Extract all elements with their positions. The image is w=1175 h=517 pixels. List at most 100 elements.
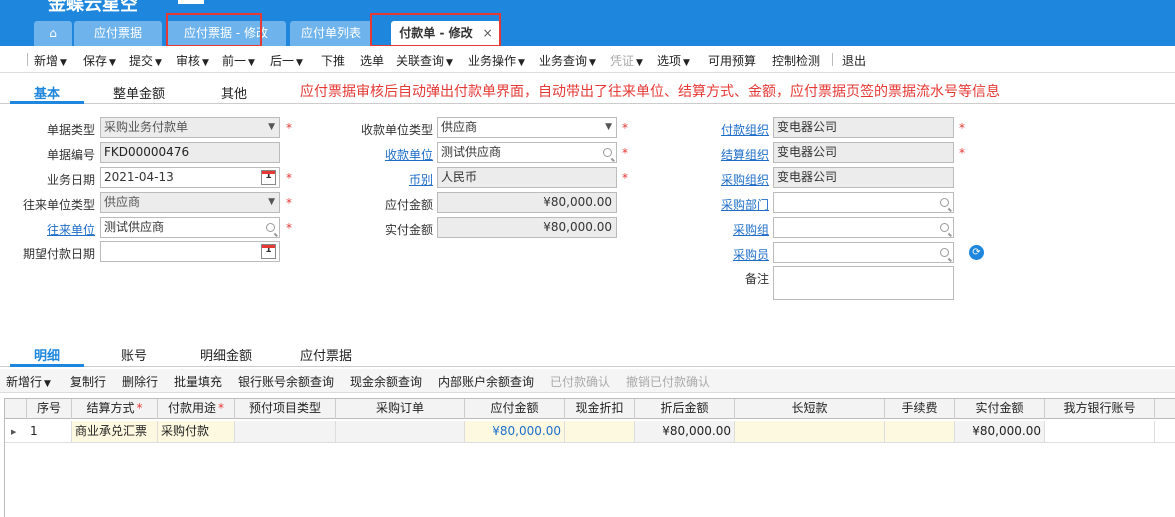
- contact-type-select[interactable]: 供应商 ▼: [100, 192, 280, 213]
- search-icon[interactable]: [603, 148, 612, 157]
- save-button[interactable]: 保存 ▼: [83, 52, 116, 69]
- select-bill-button[interactable]: 选单: [360, 52, 384, 69]
- search-icon[interactable]: [940, 223, 949, 232]
- col-our-bank-account[interactable]: 我方银行账号: [1045, 399, 1155, 419]
- contact-unit-link[interactable]: 往来单位: [0, 221, 95, 238]
- purchase-org-field[interactable]: 变电器公司: [773, 167, 954, 188]
- submit-button[interactable]: 提交 ▼: [129, 52, 162, 69]
- new-row-button[interactable]: 新增行 ▼: [6, 373, 51, 390]
- push-down-button[interactable]: 下推: [321, 52, 345, 69]
- payable-amount-field[interactable]: ¥80,000.00: [437, 192, 617, 213]
- tab-payable-list[interactable]: 应付单列表: [290, 21, 372, 46]
- paid-confirm-button[interactable]: 已付款确认: [550, 373, 610, 390]
- cell-over-short[interactable]: [735, 421, 885, 442]
- home-icon: ⌂: [49, 26, 57, 40]
- available-budget-button[interactable]: 可用预算: [708, 52, 756, 69]
- next-button[interactable]: 后一 ▼: [270, 52, 303, 69]
- bill-type-label: 单据类型: [46, 123, 95, 137]
- cell-purchase-order[interactable]: [336, 421, 465, 442]
- payee-type-select[interactable]: 供应商 ▼: [437, 117, 617, 138]
- col-discounted-amount[interactable]: 折后金额: [635, 399, 735, 419]
- tab-other[interactable]: 其他: [221, 83, 247, 102]
- cell-fee[interactable]: [885, 421, 955, 442]
- cell-payable-amount[interactable]: ¥80,000.00: [465, 421, 565, 442]
- col-payable-amount[interactable]: 应付金额: [465, 399, 565, 419]
- cell-pay-purpose[interactable]: 采购付款: [158, 421, 235, 442]
- purchase-dept-input[interactable]: [773, 192, 954, 213]
- required-mark: *: [622, 171, 628, 185]
- new-button[interactable]: 新增 ▼: [34, 52, 67, 69]
- internal-balance-query-button[interactable]: 内部账户余额查询: [438, 373, 534, 390]
- purchase-dept-link[interactable]: 采购部门: [690, 196, 769, 213]
- business-operation-button[interactable]: 业务操作 ▼: [468, 52, 525, 69]
- cash-balance-query-button[interactable]: 现金余额查询: [350, 373, 422, 390]
- tab-account[interactable]: 账号: [121, 345, 147, 364]
- purchase-group-link[interactable]: 采购组: [690, 221, 769, 238]
- purchaser-input[interactable]: [773, 242, 954, 263]
- currency-link[interactable]: 币别: [340, 171, 433, 188]
- dropdown-arrow-icon: ▼: [605, 122, 612, 132]
- pay-org-link[interactable]: 付款组织: [690, 121, 769, 138]
- cell-our-bank-account[interactable]: [1045, 421, 1155, 442]
- col-over-short[interactable]: 长短款: [735, 399, 885, 419]
- col-settle-method[interactable]: 结算方式 *: [72, 399, 158, 419]
- required-mark: *: [622, 121, 628, 135]
- required-mark: *: [218, 401, 224, 415]
- undo-paid-confirm-button[interactable]: 撤销已付款确认: [626, 373, 710, 390]
- voucher-button[interactable]: 凭证 ▼: [610, 52, 643, 69]
- refresh-icon[interactable]: ⟳: [969, 245, 984, 260]
- copy-row-button[interactable]: 复制行: [70, 373, 106, 390]
- settle-org-field[interactable]: 变电器公司: [773, 142, 954, 163]
- biz-date-field[interactable]: 2021-04-13 1: [100, 167, 280, 188]
- control-check-button[interactable]: 控制检测: [772, 52, 820, 69]
- col-cash-discount[interactable]: 现金折扣: [565, 399, 635, 419]
- search-icon[interactable]: [940, 248, 949, 257]
- related-query-button[interactable]: 关联查询 ▼: [396, 52, 453, 69]
- calendar-icon[interactable]: 1: [261, 170, 276, 185]
- contact-unit-input[interactable]: 测试供应商: [100, 217, 280, 238]
- options-button[interactable]: 选项 ▼: [657, 52, 690, 69]
- col-fee[interactable]: 手续费: [885, 399, 955, 419]
- previous-button[interactable]: 前一 ▼: [222, 52, 255, 69]
- search-icon[interactable]: [940, 198, 949, 207]
- currency-field[interactable]: 人民币: [437, 167, 617, 188]
- payee-input[interactable]: 测试供应商: [437, 142, 617, 163]
- settle-org-link[interactable]: 结算组织: [690, 146, 769, 163]
- cell-settle-method[interactable]: 商业承兑汇票: [72, 421, 158, 442]
- required-mark: *: [286, 196, 292, 210]
- purchase-org-link[interactable]: 采购组织: [690, 171, 769, 188]
- expect-date-field[interactable]: 1: [100, 241, 280, 262]
- business-query-button[interactable]: 业务查询 ▼: [539, 52, 596, 69]
- col-prepay-type[interactable]: 预付项目类型: [235, 399, 336, 419]
- tab-payable-bill[interactable]: 应付票据: [74, 21, 162, 46]
- col-pay-purpose[interactable]: 付款用途 *: [158, 399, 235, 419]
- payee-link[interactable]: 收款单位: [340, 146, 433, 163]
- col-paid-amount[interactable]: 实付金额: [955, 399, 1045, 419]
- bill-type-select[interactable]: 采购业务付款单 ▼: [100, 117, 280, 138]
- exit-button[interactable]: 退出: [842, 52, 866, 69]
- tab-detail[interactable]: 明细: [34, 345, 60, 364]
- cell-prepay-type[interactable]: [235, 421, 336, 442]
- purchaser-link[interactable]: 采购员: [690, 246, 769, 263]
- search-icon[interactable]: [266, 223, 275, 232]
- tab-basic[interactable]: 基本: [34, 83, 60, 102]
- col-purchase-order[interactable]: 采购订单: [336, 399, 465, 419]
- calendar-icon[interactable]: 1: [261, 244, 276, 259]
- col-seq[interactable]: 序号: [27, 399, 72, 419]
- home-tab[interactable]: ⌂: [34, 21, 72, 46]
- paid-amount-field[interactable]: ¥80,000.00: [437, 217, 617, 238]
- bank-balance-query-button[interactable]: 银行账号余额查询: [238, 373, 334, 390]
- required-mark: *: [959, 121, 965, 135]
- delete-row-button[interactable]: 删除行: [122, 373, 158, 390]
- batch-fill-button[interactable]: 批量填充: [174, 373, 222, 390]
- tab-payable-bills[interactable]: 应付票据: [300, 345, 352, 364]
- purchase-group-input[interactable]: [773, 217, 954, 238]
- table-row[interactable]: 1 商业承兑汇票 采购付款 ¥80,000.00 ¥80,000.00 ¥80,…: [5, 421, 1175, 443]
- tab-total-amount[interactable]: 整单金额: [113, 83, 165, 102]
- audit-button[interactable]: 审核 ▼: [176, 52, 209, 69]
- pay-org-field[interactable]: 变电器公司: [773, 117, 954, 138]
- tab-detail-amount[interactable]: 明细金额: [200, 345, 252, 364]
- remark-textarea[interactable]: [773, 266, 954, 300]
- cell-cash-discount[interactable]: [565, 421, 635, 442]
- bill-no-field[interactable]: FKD00000476: [100, 142, 280, 163]
